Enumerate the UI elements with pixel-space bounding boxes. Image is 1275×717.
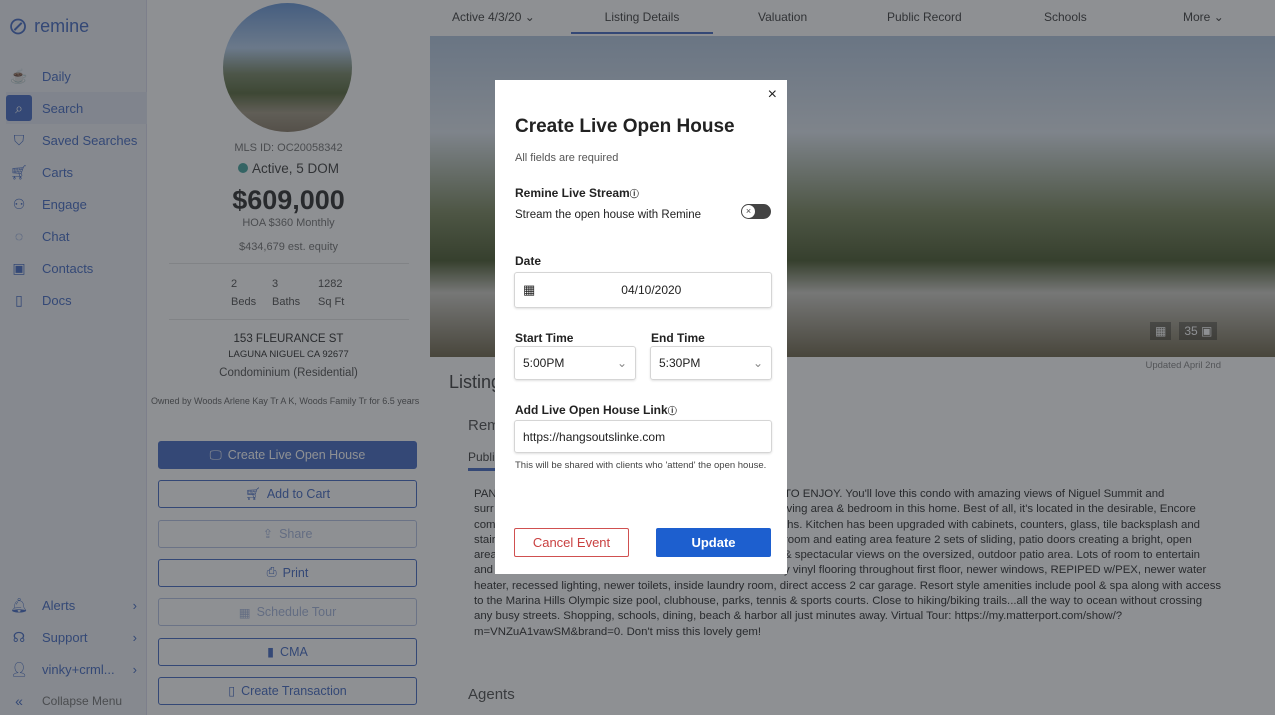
end-time-select[interactable]: 5:30PM ⌄ [650,346,772,380]
link-help: This will be shared with clients who 'at… [515,460,767,471]
end-time-label: End Time [651,331,705,345]
chevron-down-icon: ⌄ [752,356,763,370]
close-icon[interactable]: × [768,86,777,104]
update-button[interactable]: Update [656,528,771,557]
start-time-label: Start Time [515,331,574,345]
create-live-open-house-modal: × Create Live Open House All fields are … [495,80,787,574]
modal-subtitle: All fields are required [515,152,619,164]
chevron-down-icon: ⌄ [616,356,627,370]
cancel-event-button[interactable]: Cancel Event [514,528,629,557]
info-icon[interactable]: ⓘ [630,189,639,199]
info-icon[interactable]: ⓘ [668,406,677,416]
x-icon: × [742,205,755,218]
stream-description: Stream the open house with Remine [515,209,702,221]
modal-title: Create Live Open House [515,116,735,137]
start-time-select[interactable]: 5:00PM ⌄ [514,346,636,380]
date-input[interactable]: ▦ 04/10/2020 [514,272,772,308]
stream-toggle[interactable]: × [741,204,771,219]
link-input[interactable]: https://hangsoutslinke.com [514,420,772,453]
date-label: Date [515,254,542,268]
calendar-icon: ▦ [523,282,536,297]
